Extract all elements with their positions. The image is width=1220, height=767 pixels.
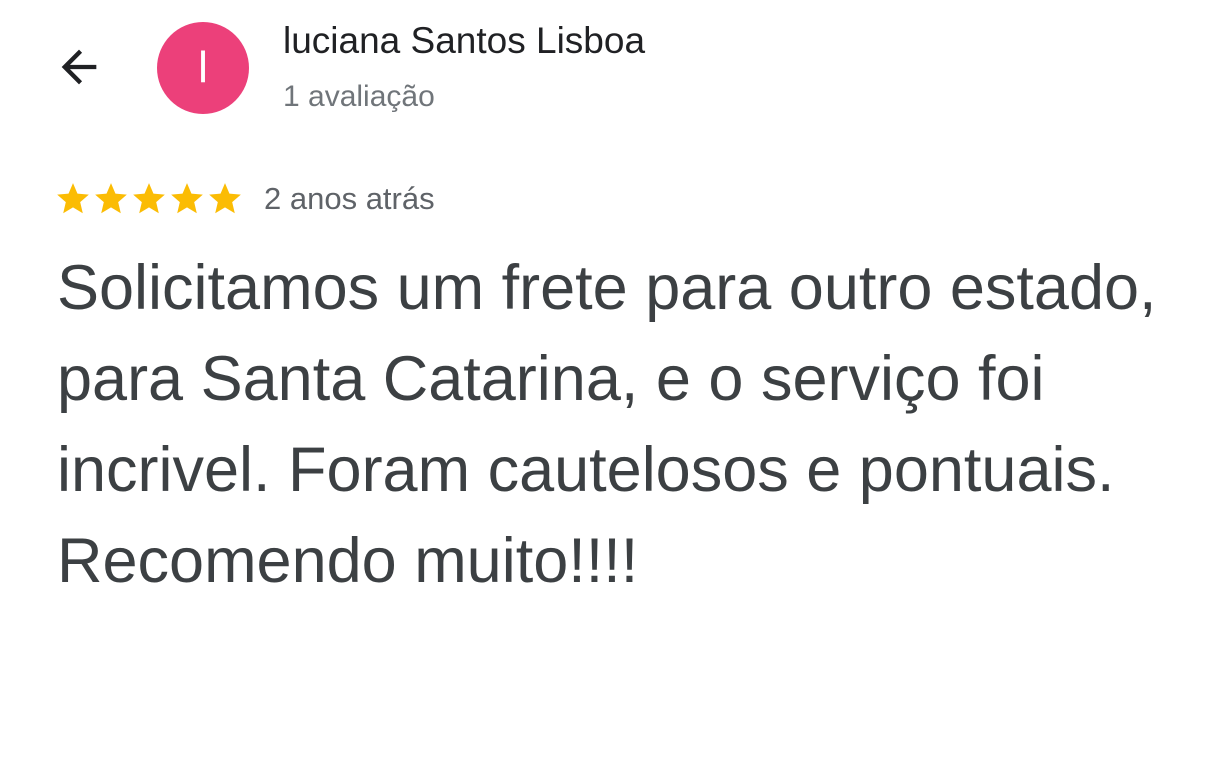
review-count: 1 avaliação bbox=[283, 80, 435, 113]
arrow-left-icon bbox=[53, 41, 105, 98]
star-icon bbox=[133, 183, 165, 214]
review-time: 2 anos atrás bbox=[264, 181, 435, 216]
star-icon bbox=[171, 183, 203, 214]
avatar-initial: l bbox=[198, 43, 208, 92]
star-icon bbox=[57, 183, 89, 214]
avatar[interactable]: l bbox=[157, 22, 249, 114]
star-rating bbox=[54, 180, 244, 218]
rating-row: 2 anos atrás bbox=[54, 174, 435, 224]
star-icon bbox=[95, 183, 127, 214]
star-icon bbox=[209, 183, 241, 214]
review-text: Solicitamos um frete para outro estado, … bbox=[57, 253, 1157, 596]
user-name[interactable]: luciana Santos Lisboa bbox=[283, 20, 645, 62]
back-button[interactable] bbox=[44, 34, 114, 104]
